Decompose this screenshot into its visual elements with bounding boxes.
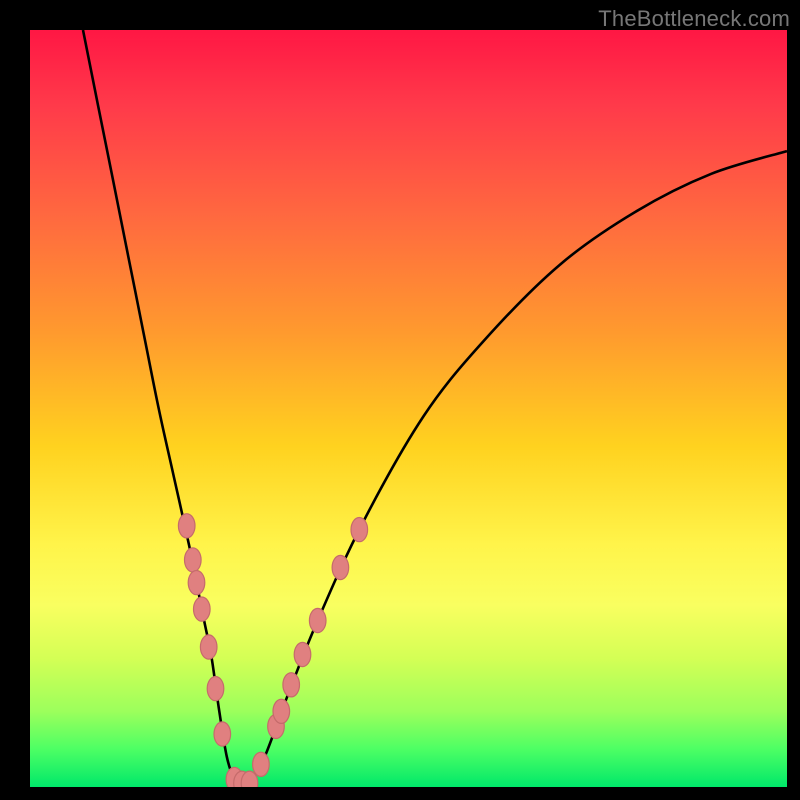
data-marker (283, 673, 300, 697)
data-marker (253, 752, 270, 776)
data-marker (185, 548, 202, 572)
marker-layer (178, 514, 367, 787)
bottleneck-curve (83, 30, 787, 787)
chart-svg (30, 30, 787, 787)
data-marker (351, 518, 368, 542)
data-marker (214, 722, 231, 746)
data-marker (200, 635, 217, 659)
data-marker (309, 608, 326, 632)
chart-plot-area (30, 30, 787, 787)
data-marker (294, 642, 311, 666)
data-marker (194, 597, 211, 621)
data-marker (178, 514, 195, 538)
chart-frame: TheBottleneck.com (0, 0, 800, 800)
data-marker (188, 571, 205, 595)
data-marker (207, 677, 224, 701)
watermark-text: TheBottleneck.com (598, 6, 790, 32)
data-marker (332, 555, 349, 579)
data-marker (273, 699, 290, 723)
